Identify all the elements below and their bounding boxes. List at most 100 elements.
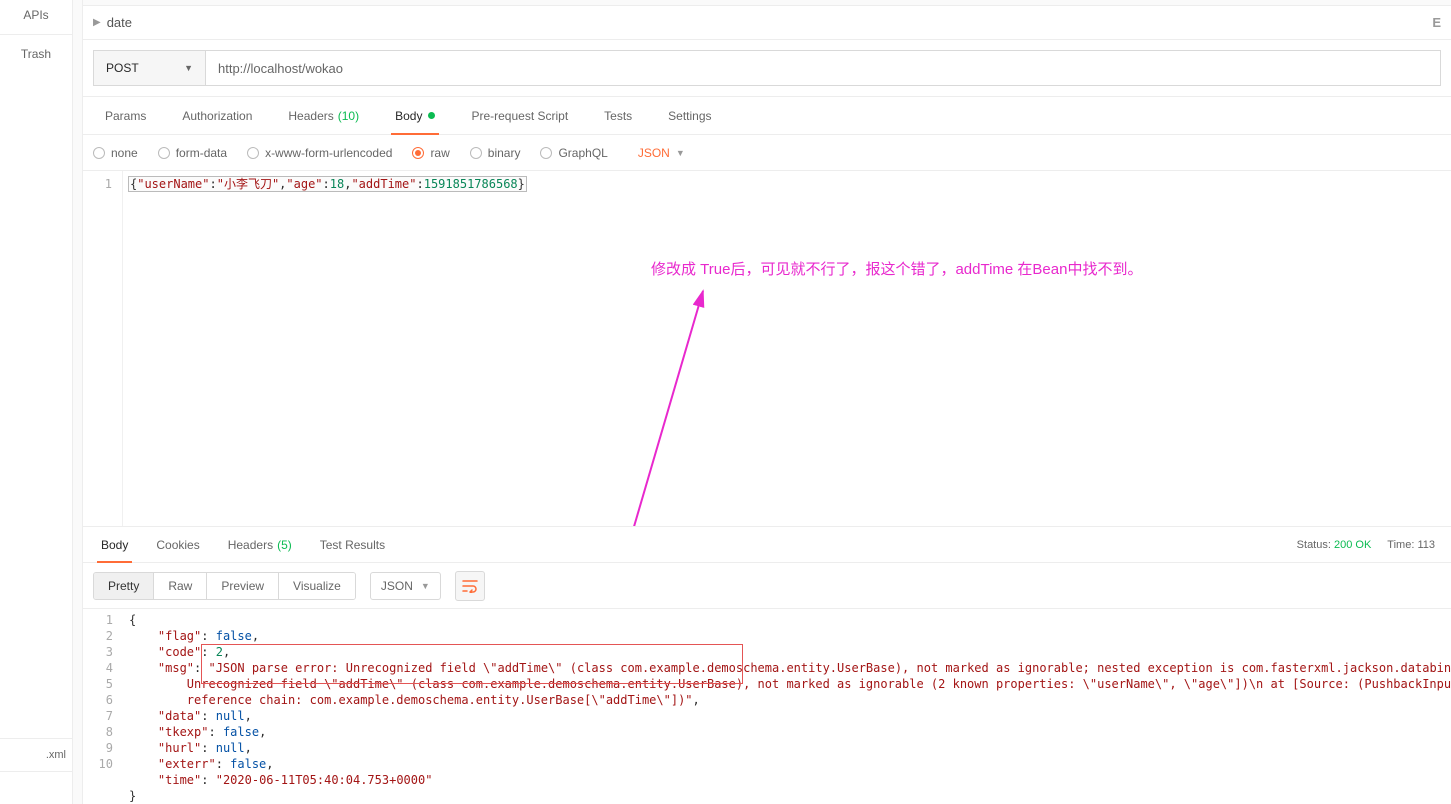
line-number: 10 [83,756,113,772]
chevron-down-icon: ▼ [184,63,193,73]
tab-body[interactable]: Body [377,97,453,134]
url-row: POST ▼ http://localhost/wokao [83,40,1451,97]
resp-headers-count: (5) [277,538,292,552]
editor-gutter: 1 [83,171,123,526]
resp-tab-test-results[interactable]: Test Results [306,527,399,562]
code-line: { [129,612,1451,628]
radio-graphql-label: GraphQL [558,146,607,160]
code-line: "exterr": false, [129,756,1451,772]
sidebar-divider [0,34,72,35]
body-format-label: JSON [638,146,670,160]
radio-binary-label: binary [488,146,521,160]
tab-params[interactable]: Params [87,97,164,134]
right-panel-icon[interactable]: E [1432,15,1441,30]
tab-tests[interactable]: Tests [586,97,650,134]
radio-binary[interactable]: binary [470,146,521,160]
line-number: 6 [83,692,113,708]
time-label: Time: 113 [1387,539,1435,551]
status-value: 200 OK [1334,539,1371,551]
time-value: 113 [1417,539,1435,551]
body-type-row: none form-data x-www-form-urlencoded raw… [83,135,1451,171]
annotation-arrow-icon [123,171,1023,526]
radio-x-www-label: x-www-form-urlencoded [265,146,392,160]
url-text: http://localhost/wokao [218,61,343,76]
code-line: "data": null, [129,708,1451,724]
chevron-down-icon: ▼ [421,581,430,591]
code-line: {"userName":"小李飞刀","age":18,"addTime":15… [129,175,1451,193]
line-number: 1 [83,612,113,628]
radio-none-label: none [111,146,138,160]
code-line: "time": "2020-06-11T05:40:04.753+0000" [129,772,1451,788]
wrap-lines-button[interactable] [455,571,485,601]
annotation-text: 修改成 True后，可见就不行了，报这个错了，addTime 在Bean中找不到… [651,261,1142,279]
radio-x-www[interactable]: x-www-form-urlencoded [247,146,392,160]
body-active-dot-icon [428,112,435,119]
code-line: "msg": "JSON parse error: Unrecognized f… [129,660,1451,676]
line-number: 4 [83,660,113,676]
view-visualize-button[interactable]: Visualize [279,573,355,599]
chevron-down-icon: ▼ [676,148,685,158]
sidebar-bottom-selected[interactable] [0,771,72,804]
request-tabs: Params Authorization Headers (10) Body P… [83,97,1451,135]
status-label: Status: 200 OK [1297,539,1372,551]
tab-settings[interactable]: Settings [650,97,729,134]
code-line: "tkexp": false, [129,724,1451,740]
request-body-editor[interactable]: 1 {"userName":"小李飞刀","age":18,"addTime":… [83,171,1451,526]
main-panel: ▶ date E POST ▼ http://localhost/wokao P… [83,0,1451,804]
line-number: 9 [83,740,113,756]
resp-format-select[interactable]: JSON ▼ [370,572,441,600]
response-body[interactable]: 1 2 3 4 5 6 7 8 9 10 { "flag": false, [83,609,1451,804]
resp-gutter: 1 2 3 4 5 6 7 8 9 10 [83,612,123,804]
tab-headers[interactable]: Headers (10) [270,97,377,134]
resp-tab-headers[interactable]: Headers (5) [214,527,306,562]
method-label: POST [106,61,139,75]
response-tabs: Body Cookies Headers (5) Test Results St… [83,527,1451,563]
resp-tab-body[interactable]: Body [87,527,142,562]
response-toolbar: Pretty Raw Preview Visualize JSON ▼ [83,563,1451,609]
view-preview-button[interactable]: Preview [207,573,279,599]
tab-prerequest[interactable]: Pre-request Script [453,97,586,134]
request-subheader: ▶ date E [83,6,1451,40]
line-number: 5 [83,676,113,692]
tab-headers-label: Headers [288,109,333,123]
code-line: } [129,788,1451,804]
line-number: 3 [83,644,113,660]
code-line: reference chain: com.example.demoschema.… [129,692,1451,708]
view-raw-button[interactable]: Raw [154,573,207,599]
resp-format-label: JSON [381,579,413,593]
resp-code: { "flag": false, "code": 2, "msg": "JSON… [123,612,1451,804]
response-section: Body Cookies Headers (5) Test Results St… [83,526,1451,804]
radio-raw[interactable]: raw [412,146,449,160]
radio-graphql[interactable]: GraphQL [540,146,607,160]
editor-code[interactable]: {"userName":"小李飞刀","age":18,"addTime":15… [123,171,1451,526]
resp-tab-headers-label: Headers [228,538,273,552]
headers-count: (10) [338,109,359,123]
line-number: 8 [83,724,113,740]
sidebar-item-trash[interactable]: Trash [0,39,72,69]
vertical-divider[interactable] [73,0,83,804]
radio-raw-label: raw [430,146,449,160]
radio-form-data-label: form-data [176,146,227,160]
sidebar-bottom-xml[interactable]: .xml [0,738,72,771]
collapse-arrow-icon[interactable]: ▶ [93,17,101,28]
radio-none[interactable]: none [93,146,138,160]
url-input[interactable]: http://localhost/wokao [205,50,1441,86]
sidebar-item-apis[interactable]: APIs [0,0,72,30]
tab-authorization[interactable]: Authorization [164,97,270,134]
view-toggle-group: Pretty Raw Preview Visualize [93,572,356,600]
radio-form-data[interactable]: form-data [158,146,227,160]
request-title[interactable]: date [107,15,132,30]
wrap-icon [462,579,478,593]
app-root: APIs Trash .xml ▶ date E POST ▼ http://l… [0,0,1451,804]
view-pretty-button[interactable]: Pretty [94,573,154,599]
tab-body-label: Body [395,109,422,123]
method-select[interactable]: POST ▼ [93,50,205,86]
line-number: 2 [83,628,113,644]
body-format-select[interactable]: JSON ▼ [638,146,685,160]
line-number: 7 [83,708,113,724]
code-line: "hurl": null, [129,740,1451,756]
code-line: "flag": false, [129,628,1451,644]
code-line: "code": 2, [129,644,1451,660]
resp-tab-cookies[interactable]: Cookies [142,527,213,562]
line-number: 1 [83,175,112,193]
